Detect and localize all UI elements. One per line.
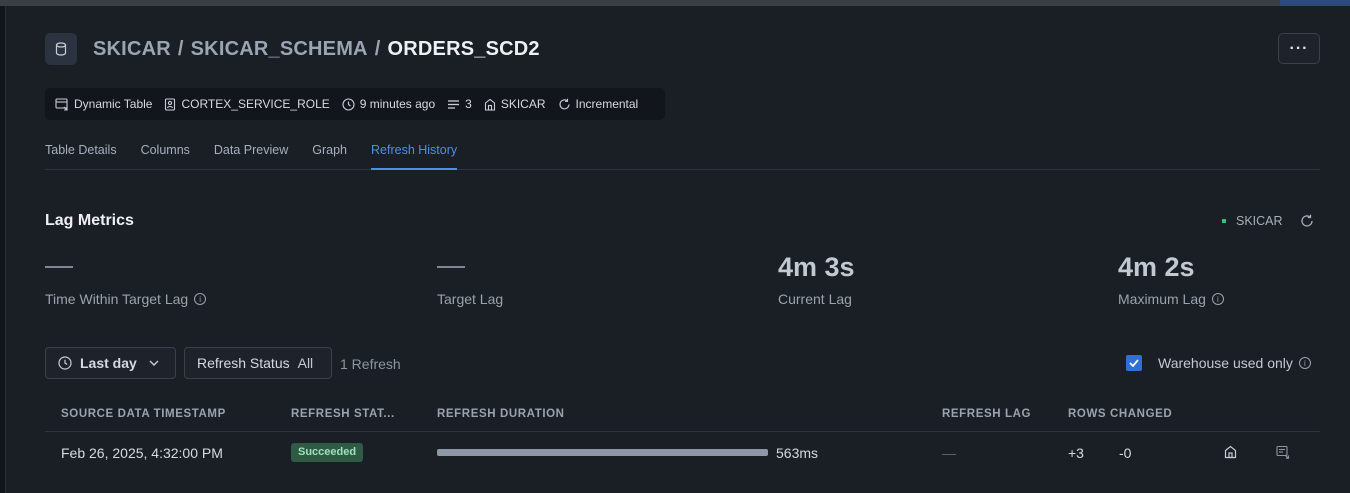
- time-range-label: Last day: [80, 355, 137, 371]
- metric-time-within-target-lag: Time Within Target Lag i: [45, 250, 207, 307]
- row-query-profile-button[interactable]: [1276, 445, 1290, 462]
- tab-refresh-history[interactable]: Refresh History: [371, 140, 458, 170]
- chevron-down-icon: [149, 360, 159, 366]
- info-icon[interactable]: i: [1211, 293, 1224, 305]
- refresh-status-value: All: [297, 355, 314, 371]
- cell-timestamp: Feb 26, 2025, 4:32:00 PM: [61, 445, 223, 461]
- left-rail: [0, 6, 6, 493]
- duration-bar-track: [437, 449, 768, 456]
- query-details-icon: [1276, 445, 1290, 459]
- column-rows-changed[interactable]: ROWS CHANGED: [1068, 408, 1172, 420]
- metric-label-text: Target Lag: [437, 291, 504, 307]
- metric-label-text: Current Lag: [778, 291, 852, 307]
- dynamic-table-icon: [55, 97, 68, 111]
- cell-duration: 563ms: [776, 445, 819, 461]
- meta-count-label: 3: [465, 97, 472, 111]
- tab-table-details[interactable]: Table Details: [45, 140, 117, 170]
- info-icon[interactable]: i: [1298, 357, 1311, 369]
- meta-role-label: CORTEX_SERVICE_ROLE: [181, 97, 330, 111]
- refresh-icon: [1301, 214, 1313, 227]
- metric-label: Time Within Target Lag i: [45, 291, 207, 307]
- refresh-mode-icon: [558, 98, 570, 109]
- metric-current-lag: 4m 3s Current Lag: [778, 250, 855, 307]
- metric-label: Maximum Lag i: [1118, 291, 1224, 307]
- page-header: SKICAR / SKICAR_SCHEMA / ORDERS_SCD2: [45, 32, 540, 66]
- tab-data-preview[interactable]: Data Preview: [214, 140, 288, 170]
- refresh-button[interactable]: [1300, 214, 1314, 233]
- metric-label: Current Lag: [778, 291, 855, 307]
- meta-type: Dynamic Table: [55, 97, 152, 111]
- row-warehouse-button[interactable]: [1224, 445, 1237, 462]
- breadcrumb-schema[interactable]: SKICAR_SCHEMA: [191, 38, 368, 60]
- warehouse-icon: [1224, 445, 1237, 459]
- breadcrumb: SKICAR / SKICAR_SCHEMA / ORDERS_SCD2: [93, 38, 540, 61]
- info-icon[interactable]: i: [194, 293, 207, 305]
- metric-empty-dash: [437, 266, 465, 268]
- column-source-data-timestamp[interactable]: SOURCE DATA TIMESTAMP: [61, 408, 226, 420]
- page-title: ORDERS_SCD2: [387, 37, 540, 60]
- top-strip-accent: [1280, 0, 1350, 6]
- meta-updated-label: 9 minutes ago: [359, 97, 436, 111]
- warehouse-icon: [484, 98, 495, 111]
- clock-icon: [342, 97, 355, 111]
- refresh-status-label: Refresh Status: [197, 355, 290, 371]
- meta-role: CORTEX_SERVICE_ROLE: [164, 97, 330, 111]
- meta-refresh-mode-label: Incremental: [575, 97, 639, 111]
- meta-updated: 9 minutes ago: [342, 97, 435, 111]
- warehouse-used-only-checkbox[interactable]: [1126, 355, 1142, 371]
- metric-maximum-lag: 4m 2s Maximum Lag i: [1118, 250, 1224, 307]
- cell-rows-removed: -0: [1119, 445, 1132, 461]
- warehouse-badge-label: SKICAR: [1236, 214, 1283, 228]
- database-icon: [45, 33, 77, 65]
- tab-bar: Table Details Columns Data Preview Graph…: [45, 140, 1320, 170]
- metric-value: 4m 3s: [778, 252, 855, 282]
- column-refresh-status[interactable]: REFRESH STAT...: [291, 408, 395, 420]
- metric-label-text: Maximum Lag: [1118, 291, 1206, 307]
- metric-empty-dash: [45, 266, 73, 268]
- column-refresh-lag[interactable]: REFRESH LAG: [942, 408, 1031, 420]
- breadcrumb-database[interactable]: SKICAR: [93, 38, 171, 60]
- meta-warehouse: SKICAR: [484, 97, 546, 111]
- warehouse-badge: SKICAR: [1222, 214, 1283, 228]
- warehouse-status-dot: [1222, 219, 1226, 223]
- refresh-count: 1 Refresh: [340, 356, 401, 372]
- warehouse-used-only-label: Warehouse used only i: [1158, 355, 1311, 371]
- warehouse-used-only-text: Warehouse used only: [1158, 355, 1293, 371]
- meta-refresh-mode: Incremental: [558, 97, 639, 111]
- meta-warehouse-label: SKICAR: [500, 97, 546, 111]
- duration-bar-fill: [437, 449, 768, 456]
- lag-metrics-title: Lag Metrics: [45, 212, 134, 229]
- breadcrumb-separator: /: [177, 37, 184, 60]
- more-dots-icon: ···: [1289, 39, 1309, 57]
- window-top-strip: [0, 0, 1350, 6]
- breadcrumb-separator: /: [374, 37, 381, 60]
- tab-columns[interactable]: Columns: [141, 140, 190, 170]
- more-actions-button[interactable]: ···: [1278, 33, 1320, 64]
- column-refresh-duration[interactable]: REFRESH DURATION: [437, 408, 565, 420]
- time-range-dropdown[interactable]: Last day: [45, 347, 176, 379]
- status-badge: Succeeded: [291, 443, 364, 462]
- list-icon: [448, 99, 460, 109]
- cell-rows-added: +3: [1068, 445, 1084, 461]
- meta-count: 3: [447, 97, 472, 111]
- table-row[interactable]: Feb 26, 2025, 4:32:00 PM Succeeded 563ms…: [45, 432, 1320, 474]
- table-header: SOURCE DATA TIMESTAMP REFRESH STAT... RE…: [45, 400, 1320, 432]
- meta-type-label: Dynamic Table: [74, 97, 153, 111]
- role-icon: [165, 97, 176, 111]
- metric-target-lag: Target Lag: [437, 250, 503, 307]
- object-meta-bar: Dynamic Table CORTEX_SERVICE_ROLE 9 minu…: [45, 88, 665, 120]
- checkmark-icon: [1129, 359, 1139, 367]
- metric-label: Target Lag: [437, 291, 503, 307]
- clock-icon: [58, 356, 72, 370]
- metric-value: 4m 2s: [1118, 252, 1195, 282]
- tab-graph[interactable]: Graph: [312, 140, 347, 170]
- cell-refresh-lag: —: [942, 445, 956, 461]
- metric-label-text: Time Within Target Lag: [45, 291, 189, 307]
- refresh-status-filter[interactable]: Refresh Status All: [184, 347, 332, 379]
